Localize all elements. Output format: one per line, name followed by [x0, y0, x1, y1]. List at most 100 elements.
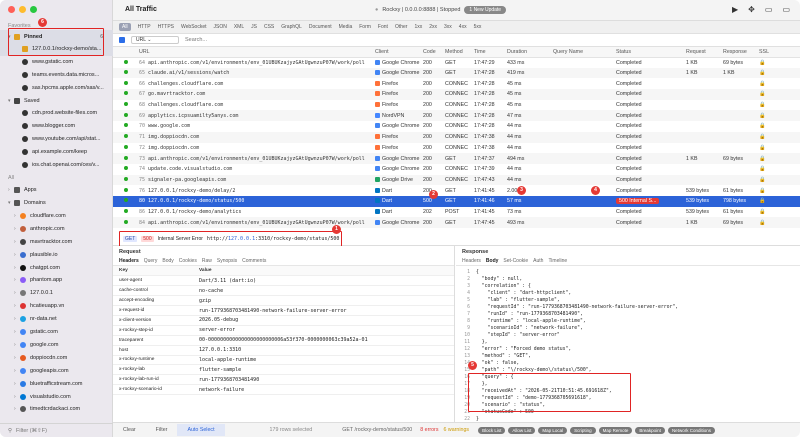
sidebar-item[interactable]: › cloudflare.com [0, 209, 113, 222]
filter-tab-document[interactable]: Document [309, 24, 332, 30]
header-row[interactable]: x-rockxy-lab flutter-sample [113, 364, 454, 376]
search-input[interactable]: Search... [185, 37, 207, 43]
response-tab-set-cookie[interactable]: Set-Cookie [503, 258, 528, 264]
column-header[interactable]: Response [720, 47, 756, 58]
header-row[interactable]: x-rockxy-scenario-id network-failure [113, 384, 454, 396]
sidebar-filter-input[interactable]: ⚲ Filter (⌘⇧F) [0, 423, 113, 437]
column-header[interactable]: Request [683, 47, 720, 58]
filter-tab-websocket[interactable]: WebSocket [181, 24, 206, 30]
filter-tab-other[interactable]: Other [395, 24, 408, 30]
table-row[interactable]: 73 api.anthropic.com/v1/environments/env_… [113, 153, 800, 164]
header-row[interactable]: accept-encoding gzip [113, 295, 454, 307]
sidebar-item[interactable]: › 127.0.0.1 [0, 287, 113, 300]
zoom-window-button[interactable] [30, 6, 37, 13]
column-header[interactable]: Duration [504, 47, 550, 58]
table-row[interactable]: 64 api.anthropic.com/v1/environments/env_… [113, 57, 800, 68]
sidebar-item[interactable]: › nr-data.net [0, 313, 113, 326]
filter-tab-xml[interactable]: XML [234, 24, 244, 30]
filter-tab-http[interactable]: HTTP [138, 24, 151, 30]
sidebar-item[interactable]: › mavrtracktor.com [0, 235, 113, 248]
sidebar-item[interactable]: › anthropic.com [0, 222, 113, 235]
sidebar-saved-group[interactable]: ▾ Saved [0, 94, 113, 107]
sidebar-item[interactable]: › timedtcrdackaci.com [0, 403, 113, 416]
filter-tab-media[interactable]: Media [339, 24, 353, 30]
header-row[interactable]: user-agent Dart/3.11 (dart:io) [113, 275, 454, 287]
sidebar-item[interactable]: www.blogger.com [0, 120, 113, 133]
table-row[interactable]: 69 applytics.icpsuamilty5anys.com NordVPN 2… [113, 110, 800, 122]
sidebar-item[interactable]: › gstatic.com [0, 326, 113, 339]
table-row[interactable]: 65 claude.ai/v1/sessions/watch Google Chro… [113, 67, 800, 79]
filter-tab-all[interactable]: All [119, 23, 131, 31]
request-tab-query[interactable]: Query [144, 258, 158, 264]
header-row[interactable]: host 127.0.0.1:3310 [113, 345, 454, 356]
column-header[interactable]: Status [613, 47, 683, 58]
table-row[interactable]: 84 api.anthropic.com/v1/environments/env_… [113, 217, 800, 228]
column-header[interactable]: Method [442, 47, 471, 58]
update-badge[interactable]: 1 New Update [464, 6, 507, 14]
error-count[interactable]: 8 errors [420, 427, 438, 433]
minimize-window-button[interactable] [19, 6, 26, 13]
sidebar-item[interactable]: teams.events.data.micros... [0, 68, 113, 81]
sidebar-item[interactable]: › phantom.app [0, 274, 113, 287]
clear-button[interactable]: Clear [113, 427, 146, 433]
filter-tab-1xx[interactable]: 1xx [414, 24, 422, 30]
tool-pill-block-list[interactable]: Block List [478, 426, 506, 434]
request-tab-headers[interactable]: Headers [119, 258, 139, 264]
table-row[interactable]: 71 img.doppiocdn.com Firefox 200 CONNEC 17:47… [113, 131, 800, 143]
close-window-button[interactable] [8, 6, 15, 13]
header-row[interactable]: traceparent 00-0000000000000000000000006a… [113, 335, 454, 346]
column-header[interactable]: SSL [756, 47, 800, 58]
table-row[interactable]: 67 go.mavrtracktor.com Firefox 200 CONNEC 17:… [113, 89, 800, 100]
sidebar-item[interactable]: ios.chat.openai.com/ces/v... [0, 158, 113, 171]
column-header[interactable] [121, 47, 136, 58]
response-tab-timeline[interactable]: Timeline [548, 258, 567, 264]
sidebar-item[interactable]: www.youtube.com/api/stat... [0, 132, 113, 145]
sidebar-item[interactable]: › bluetrafficstream.com [0, 377, 113, 390]
table-row[interactable]: 75 signaler-pa.googleapis.com Google Drive… [113, 174, 800, 186]
column-header[interactable]: Code [420, 47, 442, 58]
table-row[interactable]: 72 img.doppiocdn.com Firefox 200 CONNEC 17:47… [113, 143, 800, 154]
tool-pill-map-remote[interactable]: Map Remote [598, 426, 633, 434]
filter-tab-font[interactable]: Font [378, 24, 388, 30]
filter-tab-4xx[interactable]: 4xx [459, 24, 467, 30]
header-row[interactable]: x-rockxy-step-id server-error [113, 325, 454, 336]
header-row[interactable]: cache-control no-cache [113, 285, 454, 297]
tool-pill-scripting[interactable]: Scripting [570, 426, 596, 434]
filter-tab-css[interactable]: CSS [264, 24, 274, 30]
sidebar-apps-group[interactable]: › Apps [0, 184, 113, 197]
column-header[interactable]: URL [136, 47, 372, 58]
request-tab-body[interactable]: Body [162, 258, 173, 264]
proxy-status[interactable]: ● Rockxy | 0.0.0.0:8888 | Stopped 1 New … [375, 4, 507, 16]
play-icon[interactable]: ▶ [732, 5, 738, 14]
request-tab-synopsis[interactable]: Synopsis [217, 258, 237, 264]
tool-pill-breakpoint[interactable]: Breakpoint [635, 426, 665, 434]
table-row[interactable]: 66 challenges.cloudflare.com Firefox 200 CON… [113, 78, 800, 89]
column-header[interactable] [113, 47, 121, 58]
header-row[interactable]: x-request-id run-1779368703481490-network… [113, 305, 454, 316]
column-header[interactable]: Client [372, 47, 420, 58]
response-tab-body[interactable]: Body [486, 258, 499, 264]
column-header[interactable]: Query Name [550, 47, 613, 58]
table-row[interactable]: 80 127.0.0.1/rockxy-demo/status/500 Dart 50… [113, 195, 800, 207]
table-row[interactable]: 70 www.google.com Google Chrome 200 CONNEC 17… [113, 121, 800, 132]
search-field-select[interactable]: URL ⌄ [131, 36, 179, 44]
table-row[interactable]: 86 127.0.0.1/rockxy-demo/analytics Dart 202… [113, 207, 800, 218]
sidebar-item[interactable]: › google.com [0, 338, 113, 351]
request-tab-comments[interactable]: Comments [242, 258, 266, 264]
response-tab-headers[interactable]: Headers [462, 258, 481, 264]
request-tab-raw[interactable]: Raw [202, 258, 212, 264]
header-row[interactable]: x-client-version 2026.05-debug [113, 315, 454, 326]
tool-pill-allow-list[interactable]: Allow List [508, 426, 536, 434]
sidebar-item[interactable]: › hcatieuapp.vn [0, 300, 113, 313]
sidebar-item[interactable]: cdn.prod.website-files.com [0, 107, 113, 120]
filter-tab-3xx[interactable]: 3xx [444, 24, 452, 30]
filter-tab-js[interactable]: JS [251, 24, 257, 30]
filter-tab-graphql[interactable]: GraphQL [281, 24, 302, 30]
table-row[interactable]: 74 update.code.visualstudio.com Google Chr… [113, 164, 800, 175]
sidebar-item[interactable]: › chatgpt.com [0, 261, 113, 274]
search-enable-checkbox[interactable] [119, 37, 125, 43]
table-row[interactable]: 76 127.0.0.1/rockxy-demo/delay/2 Dart 200 GE… [113, 185, 800, 196]
auto-select-button[interactable]: Auto Select [177, 424, 225, 436]
filter-tab-2xx[interactable]: 2xx [429, 24, 437, 30]
filter-tab-form[interactable]: Form [359, 24, 371, 30]
